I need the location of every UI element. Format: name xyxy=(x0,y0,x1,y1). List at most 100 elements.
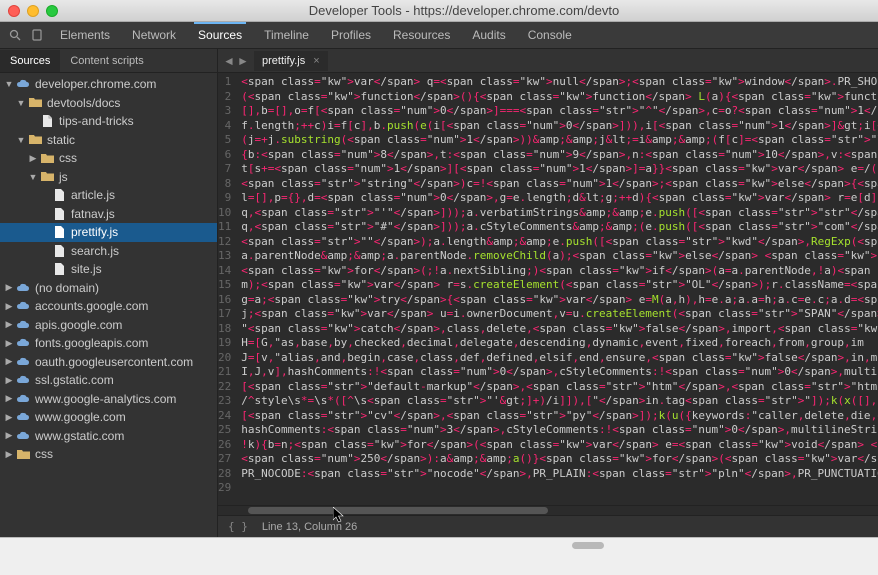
panel-tabs: Elements Network Sources Timeline Profil… xyxy=(56,22,576,48)
file-icon xyxy=(52,189,66,201)
tree-folder[interactable]: ▼ static xyxy=(0,131,217,150)
chevron-right-icon[interactable]: ► xyxy=(236,54,250,68)
tree-domain[interactable]: ▶ www.google.com xyxy=(0,408,217,427)
tree-domain-label: www.google.com xyxy=(35,410,126,424)
tree-domain-label: fonts.googleapis.com xyxy=(35,336,148,350)
tree-domain-label: ssl.gstatic.com xyxy=(35,373,114,387)
tree-folder[interactable]: ▼ js xyxy=(0,168,217,187)
tab-resources[interactable]: Resources xyxy=(389,22,454,48)
tab-timeline[interactable]: Timeline xyxy=(260,22,313,48)
file-tree: ▼ developer.chrome.com ▼ devtools/docs t… xyxy=(0,73,217,466)
editor-statusbar: { } Line 13, Column 26 xyxy=(218,515,878,537)
chevron-right-icon: ▶ xyxy=(4,412,14,422)
folder-icon xyxy=(28,97,42,109)
tree-domain-label: accounts.google.com xyxy=(35,299,148,313)
tree-file[interactable]: search.js xyxy=(0,242,217,261)
cloud-icon xyxy=(16,356,30,368)
editor-area: ◄ ► prettify.js × 1234567891011121314151… xyxy=(218,49,878,537)
tree-domain[interactable]: ▼ developer.chrome.com xyxy=(0,75,217,94)
cloud-icon xyxy=(16,300,30,312)
chevron-right-icon: ▶ xyxy=(4,375,14,385)
tree-domain-label: www.google-analytics.com xyxy=(35,392,176,406)
tree-domain[interactable]: ▶ (no domain) xyxy=(0,279,217,298)
tree-domain-label: developer.chrome.com xyxy=(35,77,156,91)
window-title: Developer Tools - https://developer.chro… xyxy=(58,3,870,18)
file-icon xyxy=(40,115,54,127)
window-bottom-chrome xyxy=(0,537,878,575)
close-window-button[interactable] xyxy=(8,5,20,17)
tree-domain[interactable]: ▶ www.google-analytics.com xyxy=(0,390,217,409)
tree-file-label: fatnav.js xyxy=(71,207,115,221)
cloud-icon xyxy=(16,319,30,331)
code-editor[interactable]: 1234567891011121314151617181920212223242… xyxy=(218,73,878,505)
device-icon[interactable] xyxy=(28,26,46,44)
tree-domain-label: oauth.googleusercontent.com xyxy=(35,355,193,369)
search-icon[interactable] xyxy=(6,26,24,44)
chevron-right-icon: ▶ xyxy=(28,153,38,163)
tab-console[interactable]: Console xyxy=(524,22,576,48)
code-content[interactable]: <span class="kw">var</span> q=<span clas… xyxy=(237,73,878,505)
cloud-icon xyxy=(16,411,30,423)
cloud-icon xyxy=(16,337,30,349)
tree-domain[interactable]: ▶ apis.google.com xyxy=(0,316,217,335)
chevron-right-icon: ▶ xyxy=(4,283,14,293)
tree-domain[interactable]: ▶ www.gstatic.com xyxy=(0,427,217,446)
tree-domain[interactable]: ▶ ssl.gstatic.com xyxy=(0,371,217,390)
braces-icon[interactable]: { } xyxy=(228,520,248,533)
devtools-toolbar: Elements Network Sources Timeline Profil… xyxy=(0,22,878,49)
chevron-right-icon: ▶ xyxy=(4,394,14,404)
tree-folder-label: static xyxy=(47,133,75,147)
tree-folder-label: devtools/docs xyxy=(47,96,120,110)
sidebar-tab-content-scripts[interactable]: Content scripts xyxy=(60,50,153,72)
tree-domain[interactable]: ▶ accounts.google.com xyxy=(0,297,217,316)
chevron-down-icon: ▼ xyxy=(28,172,38,182)
tab-sources[interactable]: Sources xyxy=(194,22,246,48)
tab-profiles[interactable]: Profiles xyxy=(327,22,375,48)
tree-domain-label: apis.google.com xyxy=(35,318,122,332)
tree-file[interactable]: site.js xyxy=(0,260,217,279)
tab-audits[interactable]: Audits xyxy=(468,22,509,48)
tree-domain-label: www.gstatic.com xyxy=(35,429,124,443)
file-icon xyxy=(52,208,66,220)
tree-file-label: tips-and-tricks xyxy=(59,114,134,128)
file-tab-prettify[interactable]: prettify.js × xyxy=(254,51,328,71)
minimize-window-button[interactable] xyxy=(27,5,39,17)
tree-folder[interactable]: ▶ css xyxy=(0,149,217,168)
tree-file-label: prettify.js xyxy=(71,225,118,239)
close-icon[interactable]: × xyxy=(313,55,319,67)
tree-file[interactable]: article.js xyxy=(0,186,217,205)
tree-folder[interactable]: ▶css xyxy=(0,445,217,464)
cloud-icon xyxy=(16,78,30,90)
sidebar-tabs: Sources Content scripts xyxy=(0,49,217,73)
sidebar-tab-sources[interactable]: Sources xyxy=(0,50,60,72)
tree-file[interactable]: fatnav.js xyxy=(0,205,217,224)
chevron-down-icon: ▼ xyxy=(16,98,26,108)
tree-folder-label: css xyxy=(59,151,77,165)
tree-file-label: site.js xyxy=(71,262,102,276)
horizontal-scrollbar[interactable] xyxy=(218,505,878,515)
chevron-right-icon: ▶ xyxy=(4,431,14,441)
folder-icon xyxy=(28,134,42,146)
zoom-window-button[interactable] xyxy=(46,5,58,17)
tree-file[interactable]: tips-and-tricks xyxy=(0,112,217,131)
tab-network[interactable]: Network xyxy=(128,22,180,48)
tree-file-label: search.js xyxy=(71,244,119,258)
cloud-icon xyxy=(16,374,30,386)
chevron-right-icon: ▶ xyxy=(4,301,14,311)
folder-icon xyxy=(16,448,30,460)
tree-file-label: article.js xyxy=(71,188,115,202)
tree-domain[interactable]: ▶oauth.googleusercontent.com xyxy=(0,353,217,372)
folder-icon xyxy=(40,152,54,164)
tree-domain[interactable]: ▶fonts.googleapis.com xyxy=(0,334,217,353)
chevron-left-icon[interactable]: ◄ xyxy=(222,54,236,68)
tree-file-selected[interactable]: prettify.js xyxy=(0,223,217,242)
tree-domain-label: (no domain) xyxy=(35,281,99,295)
scrollbar-thumb[interactable] xyxy=(572,542,604,549)
tab-elements[interactable]: Elements xyxy=(56,22,114,48)
tree-folder[interactable]: ▼ devtools/docs xyxy=(0,94,217,113)
chevron-right-icon: ▶ xyxy=(4,320,14,330)
file-icon xyxy=(52,245,66,257)
file-tabs: ◄ ► prettify.js × xyxy=(218,49,878,73)
line-gutter: 1234567891011121314151617181920212223242… xyxy=(218,73,237,505)
scrollbar-thumb[interactable] xyxy=(248,507,548,514)
